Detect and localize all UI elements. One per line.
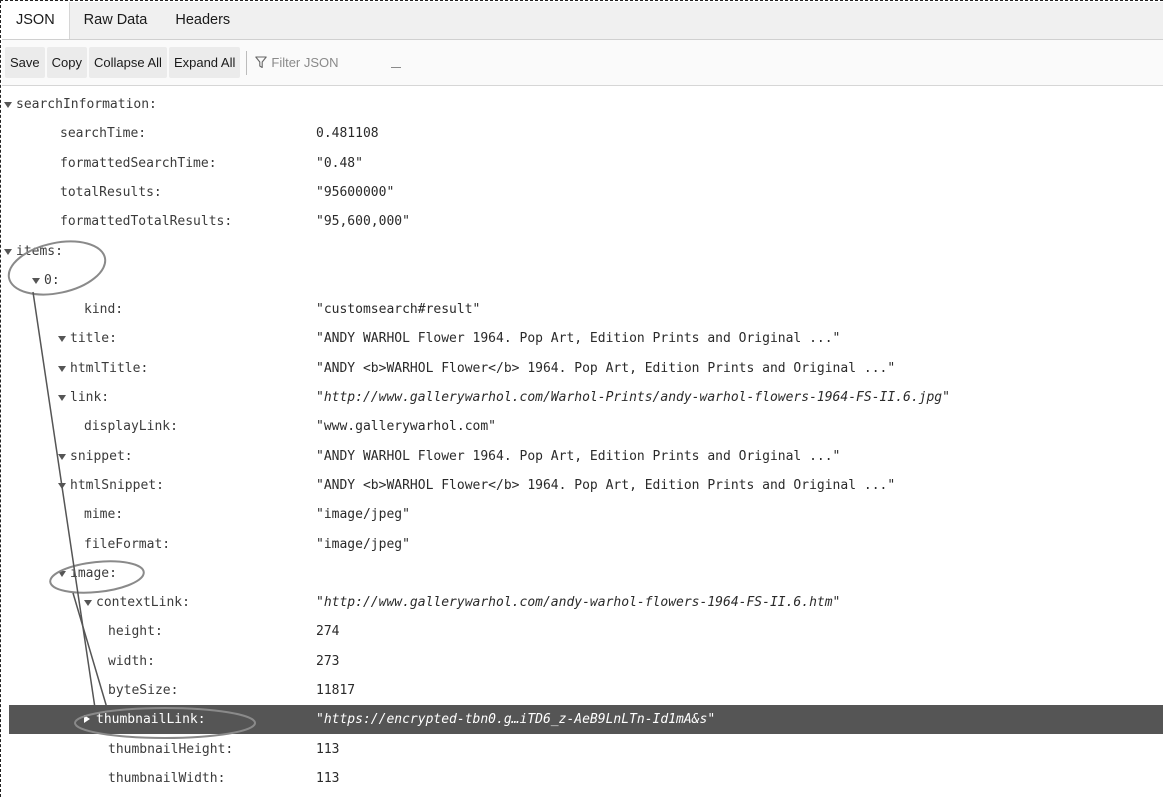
- expand-triangle-icon[interactable]: [58, 570, 66, 577]
- expand-all-button[interactable]: Expand All: [168, 47, 241, 78]
- tree-row[interactable]: link: "http://www.gallerywarhol.com/Warho…: [0, 383, 1163, 412]
- tree-row[interactable]: thumbnailHeight: 113: [0, 735, 1163, 764]
- tree-value: 11817: [316, 683, 356, 698]
- expand-triangle-icon[interactable]: [4, 102, 12, 108]
- tree-value: "ANDY WARHOL Flower 1964. Pop Art, Editi…: [316, 331, 841, 347]
- expand-triangle-icon[interactable]: [58, 336, 66, 343]
- tree-row[interactable]: snippet: "ANDY WARHOL Flower 1964. Pop Ar…: [0, 442, 1163, 471]
- tree-value: "0.48": [316, 155, 363, 171]
- tree-row[interactable]: totalResults: "95600000": [0, 178, 1163, 207]
- toolbar-divider: [246, 50, 248, 75]
- filter-box[interactable]: [255, 47, 415, 78]
- tree-key: thumbnailHeight:: [108, 741, 234, 757]
- tree-row[interactable]: thumbnailWidth: 113: [0, 764, 1163, 793]
- tree-value: 113: [316, 741, 340, 757]
- tree-key: displayLink:: [84, 419, 178, 435]
- tree-value: 274: [316, 624, 340, 640]
- tree-key: title:: [70, 331, 117, 347]
- tree-row[interactable]: kind: "customsearch#result": [0, 295, 1163, 324]
- save-button[interactable]: Save: [5, 47, 45, 78]
- tree-value: "http://www.gallerywarhol.com/Warhol-Pri…: [316, 390, 950, 405]
- tree-key: contextLink:: [96, 595, 190, 611]
- tree-row[interactable]: mime: "image/jpeg": [0, 500, 1163, 529]
- tree-key: thumbnailLink:: [96, 712, 206, 728]
- tab-raw-data[interactable]: Raw Data: [70, 2, 162, 39]
- tree-row[interactable]: displayLink: "www.gallerywarhol.com": [0, 412, 1163, 441]
- tree-row[interactable]: formattedSearchTime: "0.48": [0, 149, 1163, 178]
- tree-value: 273: [316, 653, 340, 669]
- tree-value: "ANDY <b>WARHOL Flower</b> 1964. Pop Art…: [316, 477, 896, 493]
- tree-key: formattedSearchTime:: [60, 155, 217, 171]
- tree-row[interactable]: fileFormat: "image/jpeg": [0, 530, 1163, 559]
- tree-key: thumbnailWidth:: [108, 770, 226, 786]
- tree-row[interactable]: formattedTotalResults: "95,600,000": [0, 207, 1163, 236]
- tree-key: searchInformation:: [16, 97, 157, 112]
- expand-triangle-icon[interactable]: [4, 248, 12, 255]
- tree-value: "ANDY <b>WARHOL Flower</b> 1964. Pop Art…: [316, 360, 896, 376]
- expand-triangle-icon[interactable]: [32, 277, 40, 284]
- tree-row[interactable]: htmlSnippet: "ANDY <b>WARHOL Flower</b> 1…: [0, 471, 1163, 500]
- tree-key: kind:: [84, 302, 124, 318]
- tree-value: "95,600,000": [316, 214, 410, 230]
- tree-value: "ANDY WARHOL Flower 1964. Pop Art, Editi…: [316, 448, 841, 464]
- collapsed-triangle-icon[interactable]: [84, 715, 90, 724]
- tree-value: "image/jpeg": [316, 536, 410, 552]
- tree-row[interactable]: height: 274: [0, 617, 1163, 646]
- tree-row[interactable]: title: "ANDY WARHOL Flower 1964. Pop Art,…: [0, 324, 1163, 353]
- tree-key: fileFormat:: [84, 536, 171, 552]
- tab-json[interactable]: JSON: [2, 2, 70, 39]
- expand-triangle-icon[interactable]: [58, 453, 66, 460]
- tree-row[interactable]: byteSize: 11817: [0, 676, 1163, 705]
- tree-row[interactable]: contextLink: "http://www.gallerywarhol.co…: [0, 588, 1163, 617]
- tree-value: "image/jpeg": [316, 507, 410, 523]
- tree-value: 0.481108: [316, 126, 379, 142]
- expand-triangle-icon[interactable]: [84, 600, 92, 607]
- tree-key: htmlTitle:: [70, 360, 149, 376]
- tree-row[interactable]: htmlTitle: "ANDY <b>WARHOL Flower</b> 196…: [0, 354, 1163, 383]
- collapse-all-button[interactable]: Collapse All: [89, 47, 167, 78]
- tab-bar: JSON Raw Data Headers: [2, 2, 1163, 40]
- toolbar: Save Copy Collapse All Expand All: [2, 40, 1163, 86]
- tree-value: "www.gallerywarhol.com": [316, 419, 497, 435]
- tree-key: width:: [108, 653, 155, 669]
- filter-underline: [391, 67, 402, 68]
- tree-row[interactable]: width: 273: [0, 647, 1163, 676]
- tree-row[interactable]: searchInformation:: [0, 90, 1163, 119]
- tree-row[interactable]: items:: [0, 237, 1163, 266]
- tree-row-selected[interactable]: thumbnailLink: "https://encrypted-tbn0.g……: [9, 705, 1163, 735]
- tree-key: height:: [108, 624, 163, 640]
- tree-key: mime:: [84, 507, 124, 523]
- tree-value: "https://encrypted-tbn0.g…iTD6_z-AeB9LnL…: [316, 712, 716, 728]
- tree-value: 113: [316, 770, 340, 786]
- tree-key: searchTime:: [60, 126, 147, 142]
- tree-value: "http://www.gallerywarhol.com/andy-warho…: [316, 595, 841, 611]
- tree-key: totalResults:: [60, 184, 162, 200]
- tree-row[interactable]: 0:: [0, 266, 1163, 295]
- tree-key: byteSize:: [108, 683, 179, 698]
- tab-headers[interactable]: Headers: [161, 2, 244, 39]
- tree-key: formattedTotalResults:: [60, 214, 233, 230]
- tree-key: 0:: [44, 272, 60, 288]
- expand-triangle-icon[interactable]: [58, 365, 66, 372]
- tree-value: "customsearch#result": [316, 302, 481, 318]
- expand-triangle-icon[interactable]: [58, 395, 66, 401]
- copy-button[interactable]: Copy: [46, 47, 87, 78]
- tree-key: snippet:: [70, 448, 133, 464]
- tree-row[interactable]: searchTime: 0.481108: [0, 119, 1163, 148]
- tree-key: image:: [70, 565, 117, 581]
- tree-row[interactable]: image:: [0, 559, 1163, 588]
- filter-json-input[interactable]: [271, 55, 402, 70]
- tree-key: items:: [16, 243, 63, 259]
- tree-key: htmlSnippet:: [70, 477, 164, 493]
- tree-key: link:: [70, 390, 110, 405]
- tree-value: "95600000": [316, 184, 395, 200]
- funnel-icon: [255, 56, 268, 69]
- expand-triangle-icon[interactable]: [58, 482, 66, 489]
